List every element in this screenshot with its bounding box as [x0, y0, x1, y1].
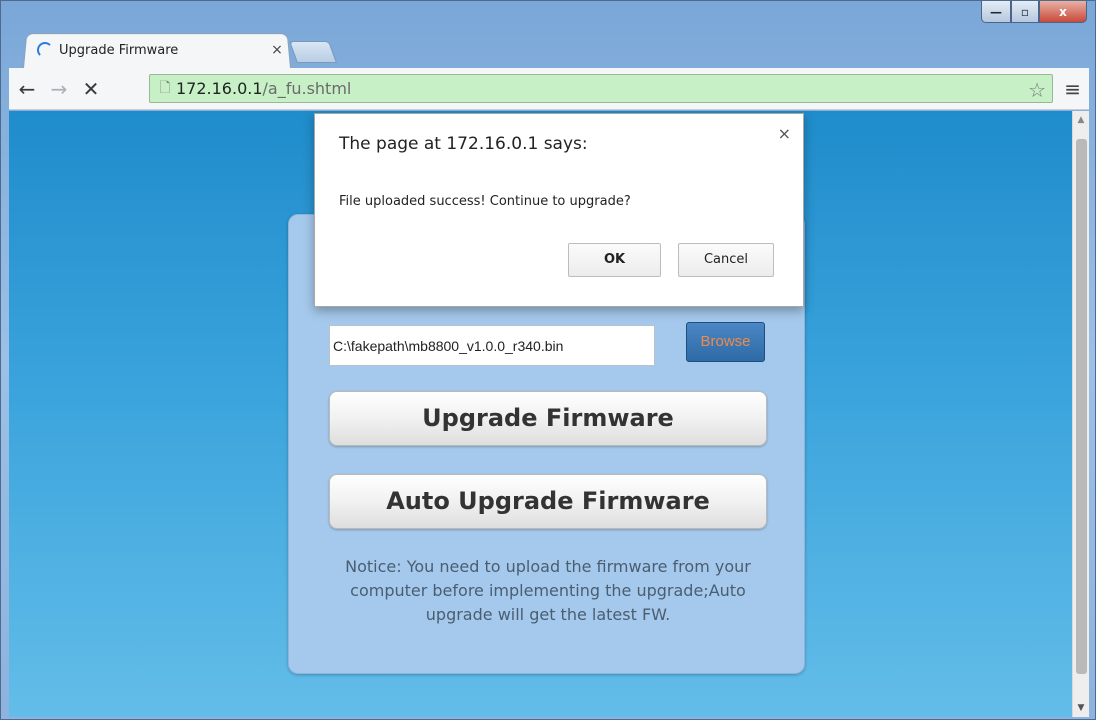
minimize-button[interactable]: —: [981, 1, 1011, 23]
window-controls: — ▫ x: [981, 1, 1087, 23]
address-bar[interactable]: 🗋 172.16.0.1/a_fu.shtml ☆: [149, 74, 1053, 103]
scroll-down-arrow-icon[interactable]: ▼: [1073, 703, 1089, 713]
tab-content: Upgrade Firmware ×: [37, 37, 287, 63]
browser-window: Upgrade Firmware × — ▫ x ← → ✕ 🗋 172.16.…: [0, 0, 1096, 720]
upgrade-notice: Notice: You need to upload the firmware …: [345, 557, 751, 624]
cancel-button[interactable]: Cancel: [678, 243, 774, 277]
loading-spinner-icon: [37, 42, 53, 58]
maximize-button[interactable]: ▫: [1011, 1, 1039, 23]
firmware-file-input[interactable]: [329, 325, 655, 366]
upgrade-firmware-button[interactable]: Upgrade Firmware: [329, 391, 767, 446]
menu-icon[interactable]: ≡: [1064, 77, 1081, 101]
confirm-dialog: The page at 172.16.0.1 says: × File uplo…: [314, 113, 804, 307]
dialog-title: The page at 172.16.0.1 says:: [339, 134, 588, 154]
dialog-close-icon[interactable]: ×: [778, 124, 791, 143]
back-arrow-icon[interactable]: ←: [13, 75, 41, 103]
tab-title: Upgrade Firmware: [59, 42, 179, 58]
ok-button[interactable]: OK: [568, 243, 661, 277]
auto-upgrade-firmware-button[interactable]: Auto Upgrade Firmware: [329, 474, 767, 529]
url-host: 172.16.0.1: [176, 79, 263, 98]
browse-button[interactable]: Browse: [686, 322, 765, 362]
tab-close-icon[interactable]: ×: [267, 42, 287, 58]
page-icon: 🗋: [159, 79, 171, 96]
stop-loading-icon[interactable]: ✕: [77, 75, 105, 103]
dialog-message: File uploaded success! Continue to upgra…: [339, 194, 631, 209]
page-viewport: Browse Upgrade Firmware Auto Upgrade Fir…: [9, 111, 1089, 717]
url-path: /a_fu.shtml: [262, 79, 352, 98]
scroll-thumb[interactable]: [1076, 139, 1087, 674]
tab-strip: Upgrade Firmware × — ▫ x: [1, 1, 1095, 68]
vertical-scrollbar[interactable]: ▲ ▼: [1072, 111, 1089, 717]
bookmark-star-icon[interactable]: ☆: [1028, 78, 1046, 102]
scroll-up-arrow-icon[interactable]: ▲: [1073, 115, 1089, 125]
browser-toolbar: ← → ✕ 🗋 172.16.0.1/a_fu.shtml ☆ ≡: [9, 68, 1089, 110]
close-window-button[interactable]: x: [1039, 1, 1087, 23]
forward-arrow-icon[interactable]: →: [45, 75, 73, 103]
new-tab-button[interactable]: [288, 41, 338, 63]
